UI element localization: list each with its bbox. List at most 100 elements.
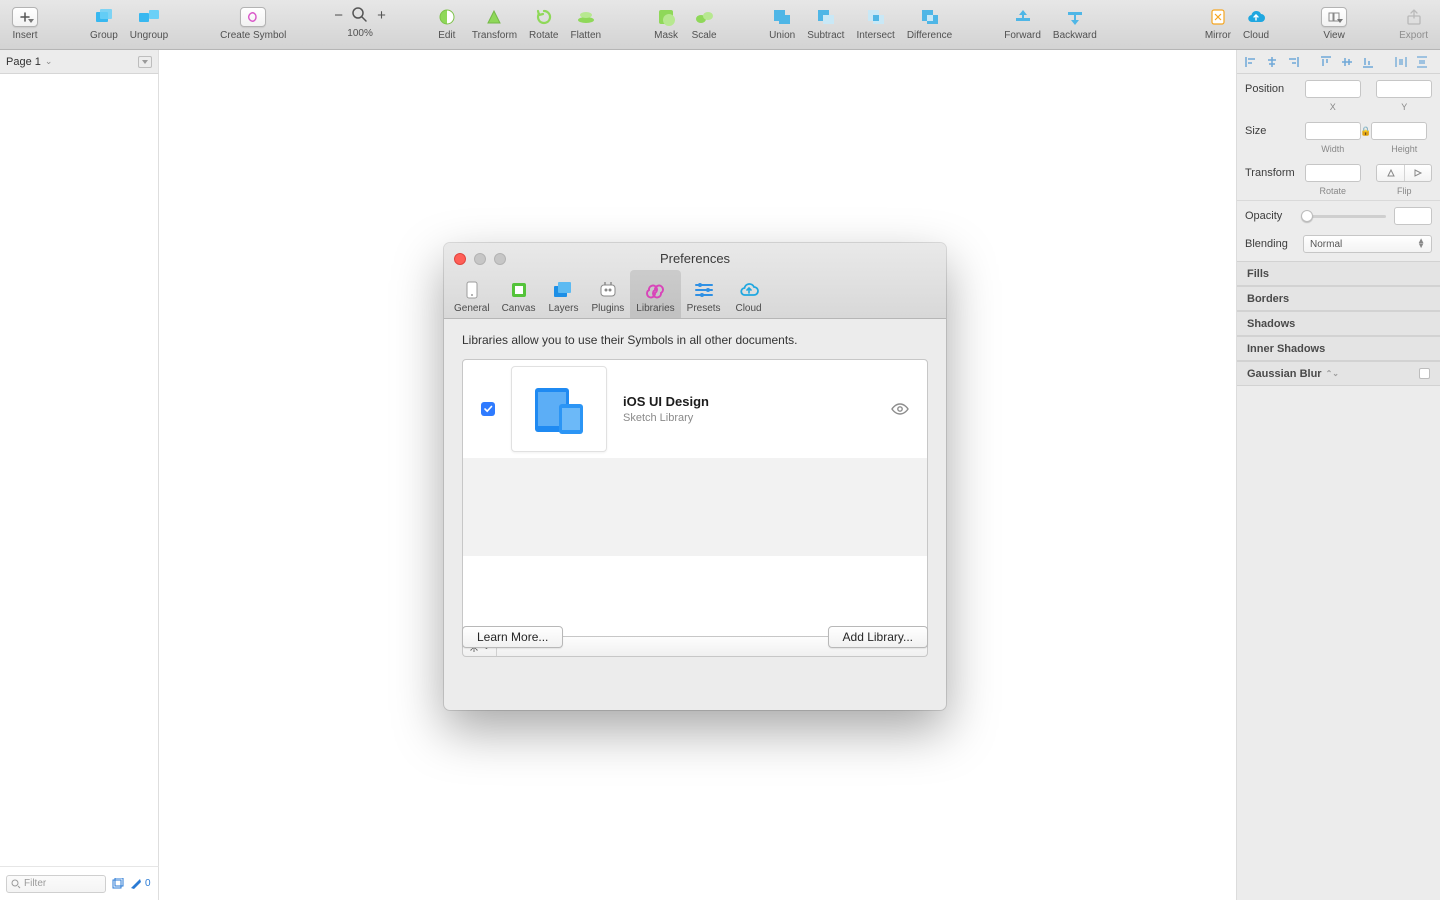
mirror-button[interactable]: Mirror xyxy=(1199,4,1237,41)
blend-mode-select[interactable]: Normal ▲▼ xyxy=(1303,235,1432,253)
pref-tab-canvas[interactable]: Canvas xyxy=(496,270,542,318)
group-button[interactable]: Group xyxy=(84,4,124,41)
preferences-title: Preferences xyxy=(444,251,946,266)
difference-button[interactable]: Difference xyxy=(901,4,958,41)
align-center-h-icon[interactable] xyxy=(1262,54,1281,70)
pref-tab-presets[interactable]: Presets xyxy=(681,270,727,318)
flip-buttons[interactable] xyxy=(1376,164,1432,182)
page-name: Page 1 xyxy=(6,56,41,68)
plus-icon xyxy=(12,7,38,27)
flip-v-icon[interactable] xyxy=(1405,165,1431,181)
opacity-label: Opacity xyxy=(1245,210,1293,222)
layers-footer: Filter 0 xyxy=(0,866,159,900)
pref-tab-layers[interactable]: Layers xyxy=(541,270,585,318)
main-toolbar: Insert Group Ungroup Create Symbol − + 1… xyxy=(0,0,1440,50)
intersect-icon xyxy=(863,6,889,28)
library-preview-button[interactable] xyxy=(891,402,909,416)
view-button[interactable]: View xyxy=(1315,4,1353,41)
intersect-button[interactable]: Intersect xyxy=(850,4,900,41)
library-list: iOS UI Design Sketch Library xyxy=(462,359,928,637)
difference-icon xyxy=(917,6,943,28)
pref-tab-general[interactable]: General xyxy=(448,270,496,318)
library-row[interactable]: iOS UI Design Sketch Library xyxy=(463,360,927,458)
opacity-slider[interactable] xyxy=(1301,215,1386,218)
subtract-button[interactable]: Subtract xyxy=(801,4,850,41)
transform-button[interactable]: Transform xyxy=(466,4,523,41)
export-button[interactable]: Export xyxy=(1393,4,1434,41)
search-icon xyxy=(11,879,21,889)
position-label: Position xyxy=(1245,83,1305,95)
blending-label: Blending xyxy=(1245,238,1293,250)
fills-section[interactable]: Fills xyxy=(1237,261,1440,286)
flip-h-icon[interactable] xyxy=(1377,165,1404,181)
pref-tab-libraries[interactable]: Libraries xyxy=(630,270,680,318)
filter-input[interactable]: Filter xyxy=(6,875,106,893)
create-symbol-button[interactable]: Create Symbol xyxy=(214,4,292,41)
flatten-button[interactable]: Flatten xyxy=(565,4,608,41)
x-input[interactable] xyxy=(1305,80,1361,98)
cloud-button[interactable]: Cloud xyxy=(1237,4,1275,41)
lock-aspect-icon[interactable]: 🔒 xyxy=(1361,124,1371,138)
rotate-icon xyxy=(531,6,557,28)
rotate-input[interactable] xyxy=(1305,164,1361,182)
edit-icon xyxy=(434,6,460,28)
borders-section[interactable]: Borders xyxy=(1237,286,1440,311)
add-library-button[interactable]: Add Library... xyxy=(828,626,928,648)
opacity-input[interactable] xyxy=(1394,207,1432,225)
pref-tab-plugins[interactable]: Plugins xyxy=(585,270,630,318)
forward-button[interactable]: Forward xyxy=(998,4,1047,41)
library-thumbnail xyxy=(511,366,607,452)
size-label: Size xyxy=(1245,125,1305,137)
mask-button[interactable]: Mask xyxy=(647,4,685,41)
preferences-window: Preferences General Canvas Layers Plugin… xyxy=(444,243,946,710)
distribute-v-icon[interactable] xyxy=(1412,54,1431,70)
align-left-icon[interactable] xyxy=(1241,54,1260,70)
export-icon xyxy=(1401,6,1427,28)
zoom-control[interactable]: − + xyxy=(332,6,388,24)
align-row xyxy=(1237,50,1440,74)
subtract-icon xyxy=(813,6,839,28)
backward-button[interactable]: Backward xyxy=(1047,4,1103,41)
forward-icon xyxy=(1010,6,1036,28)
inner-shadows-section[interactable]: Inner Shadows xyxy=(1237,336,1440,361)
union-button[interactable]: Union xyxy=(763,4,801,41)
preferences-titlebar[interactable]: Preferences General Canvas Layers Plugin… xyxy=(444,243,946,319)
backward-icon xyxy=(1062,6,1088,28)
mirror-icon xyxy=(1205,6,1231,28)
pref-tab-cloud[interactable]: Cloud xyxy=(727,270,771,318)
align-right-icon[interactable] xyxy=(1283,54,1302,70)
transform-icon xyxy=(481,6,507,28)
align-top-icon[interactable] xyxy=(1316,54,1335,70)
insert-button[interactable]: Insert xyxy=(6,4,44,41)
learn-more-button[interactable]: Learn More... xyxy=(462,626,563,648)
filter-symbols[interactable] xyxy=(112,878,124,890)
align-center-v-icon[interactable] xyxy=(1337,54,1356,70)
magnifier-icon xyxy=(351,6,369,24)
library-subtitle: Sketch Library xyxy=(623,412,709,424)
align-bottom-icon[interactable] xyxy=(1358,54,1377,70)
gaussian-checkbox[interactable] xyxy=(1419,368,1430,379)
layers-panel xyxy=(0,74,159,866)
page-selector[interactable]: Page 1 ⌄ xyxy=(0,50,159,74)
library-enabled-checkbox[interactable] xyxy=(481,402,495,416)
edit-button[interactable]: Edit xyxy=(428,4,466,41)
page-menu-icon[interactable] xyxy=(138,56,152,68)
plugins-icon xyxy=(596,279,620,301)
width-input[interactable] xyxy=(1305,122,1361,140)
shadows-section[interactable]: Shadows xyxy=(1237,311,1440,336)
rotate-button[interactable]: Rotate xyxy=(523,4,564,41)
zoom-in-button[interactable]: + xyxy=(375,7,388,24)
gaussian-blur-section[interactable]: Gaussian Blur ⌃⌄ xyxy=(1237,361,1440,386)
libraries-icon xyxy=(643,279,667,301)
y-input[interactable] xyxy=(1376,80,1432,98)
zoom-out-button[interactable]: − xyxy=(332,7,345,24)
symbol-icon xyxy=(240,7,266,27)
ungroup-button[interactable]: Ungroup xyxy=(124,4,174,41)
scale-button[interactable]: Scale xyxy=(685,4,723,41)
height-input[interactable] xyxy=(1371,122,1427,140)
distribute-h-icon[interactable] xyxy=(1391,54,1410,70)
transform-label: Transform xyxy=(1245,167,1305,179)
filter-slices[interactable]: 0 xyxy=(130,878,151,890)
cloud-icon xyxy=(737,279,761,301)
flatten-icon xyxy=(573,6,599,28)
